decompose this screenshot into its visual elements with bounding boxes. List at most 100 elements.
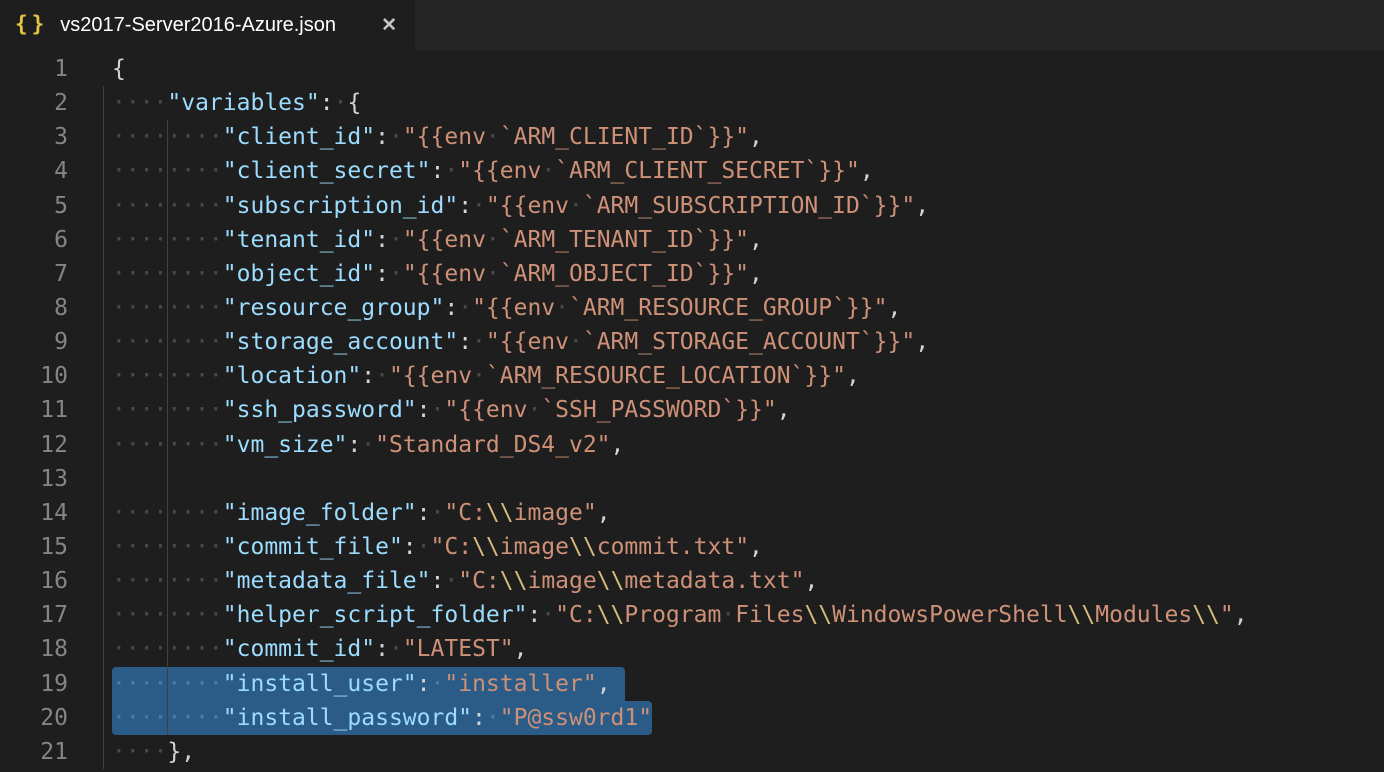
code-text-selected: ········"install_user":·"installer",: [112, 667, 625, 701]
json-string: WindowsPowerShell: [832, 602, 1067, 628]
whitespace-dots: ·: [361, 432, 375, 458]
code-text: ········"resource_group":·"{{env·`ARM_RE…: [112, 291, 901, 325]
line-number[interactable]: 19: [0, 667, 68, 701]
line-number[interactable]: 13: [0, 462, 68, 496]
line-number[interactable]: 15: [0, 530, 68, 564]
code-line[interactable]: 15········"commit_file":·"C:\\image\\com…: [0, 530, 1384, 564]
indent-guide-level0: [103, 86, 104, 769]
line-number[interactable]: 2: [0, 86, 68, 120]
line-number[interactable]: 17: [0, 598, 68, 632]
whitespace-dots: ·: [527, 397, 541, 423]
code-line[interactable]: 21····},: [0, 735, 1384, 769]
close-icon[interactable]: ✕: [381, 14, 397, 37]
code-line[interactable]: 18········"commit_id":·"LATEST",: [0, 632, 1384, 666]
json-string: "C:: [431, 534, 473, 560]
line-number[interactable]: 1: [0, 52, 68, 86]
whitespace-dots: ·: [431, 671, 445, 697]
code-line[interactable]: 3········"client_id":·"{{env·`ARM_CLIENT…: [0, 120, 1384, 154]
code-line[interactable]: 20········"install_password":·"P@ssw0rd1…: [0, 701, 1384, 735]
code-line[interactable]: 19 ········"install_user":·"installer",: [0, 667, 1384, 701]
code-line[interactable]: 7········"object_id":·"{{env·`ARM_OBJECT…: [0, 257, 1384, 291]
json-string: "installer": [444, 671, 596, 697]
code-line[interactable]: 8 ········"resource_group":·"{{env·`ARM_R…: [0, 291, 1384, 325]
json-string: "{{env: [403, 261, 486, 287]
code-line[interactable]: 11 ········"ssh_password":·"{{env·`SSH_PA…: [0, 393, 1384, 427]
line-number[interactable]: 20: [0, 701, 68, 735]
line-number[interactable]: 12: [0, 428, 68, 462]
json-string: ": [1220, 602, 1234, 628]
line-number[interactable]: 6: [0, 223, 68, 257]
punctuation: :: [472, 705, 486, 731]
code-line[interactable]: 16········"metadata_file":·"C:\\image\\m…: [0, 564, 1384, 598]
line-number[interactable]: 9: [0, 325, 68, 359]
whitespace-dots: ·: [458, 295, 472, 321]
punctuation: ,: [804, 568, 818, 594]
indent-guide-level1: [167, 120, 168, 735]
punctuation: :: [431, 158, 445, 184]
whitespace-dots: ·: [389, 227, 403, 253]
punctuation: {: [347, 90, 361, 116]
line-number[interactable]: 4: [0, 154, 68, 188]
code-line[interactable]: 14········"image_folder":·"C:\\image",: [0, 496, 1384, 530]
code-line[interactable]: 12········"vm_size":·"Standard_DS4_v2",: [0, 428, 1384, 462]
line-number[interactable]: 3: [0, 120, 68, 154]
code-line[interactable]: 5········"subscription_id":·"{{env·`ARM_…: [0, 189, 1384, 223]
whitespace-dots: ·: [472, 193, 486, 219]
punctuation: :: [375, 261, 389, 287]
punctuation: ,: [846, 363, 860, 389]
punctuation: ,: [915, 329, 929, 355]
code-line[interactable]: 1{: [0, 52, 1384, 86]
line-number[interactable]: 7: [0, 257, 68, 291]
json-key: "commit_file": [223, 534, 403, 560]
line-number[interactable]: 8: [0, 291, 68, 325]
line-number[interactable]: 10: [0, 359, 68, 393]
code-line[interactable]: 17········"helper_script_folder":·"C:\\P…: [0, 598, 1384, 632]
tab-bar: {} vs2017-Server2016-Azure.json ✕: [0, 0, 1384, 50]
escape-sequence: \\: [486, 500, 514, 526]
line-number[interactable]: 5: [0, 189, 68, 223]
line-number[interactable]: 21: [0, 735, 68, 769]
json-key: "object_id": [223, 261, 375, 287]
whitespace-dots: ·: [389, 261, 403, 287]
whitespace-dots: ·: [444, 158, 458, 184]
line-number[interactable]: 11: [0, 393, 68, 427]
punctuation: {: [112, 56, 126, 82]
code-text: ········"ssh_password":·"{{env·`SSH_PASS…: [112, 393, 791, 427]
code-line[interactable]: 6········"tenant_id":·"{{env·`ARM_TENANT…: [0, 223, 1384, 257]
json-key: "tenant_id": [223, 227, 375, 253]
whitespace-dots: ·: [486, 227, 500, 253]
code-text: ········"subscription_id":·"{{env·`ARM_S…: [112, 189, 929, 223]
punctuation: ,: [749, 227, 763, 253]
code-line[interactable]: 2····"variables":·{: [0, 86, 1384, 120]
punctuation: ,: [860, 158, 874, 184]
json-key: "client_secret": [223, 158, 431, 184]
json-key: "client_id": [223, 124, 375, 150]
line-number[interactable]: 16: [0, 564, 68, 598]
json-key: "subscription_id": [223, 193, 458, 219]
whitespace-dots: ·: [486, 261, 500, 287]
json-key: "vm_size": [223, 432, 348, 458]
whitespace-dots: ····: [112, 90, 167, 116]
code-line[interactable]: 10········"location":·"{{env·`ARM_RESOUR…: [0, 359, 1384, 393]
json-string: Program: [624, 602, 721, 628]
tab-active[interactable]: {} vs2017-Server2016-Azure.json ✕: [0, 0, 415, 50]
json-key: "location": [223, 363, 361, 389]
escape-sequence: \\: [1192, 602, 1220, 628]
code-line[interactable]: 4········"client_secret":·"{{env·`ARM_CL…: [0, 154, 1384, 188]
punctuation: :: [347, 432, 361, 458]
code-text: ········"helper_script_folder":·"C:\\Pro…: [112, 598, 1248, 632]
code-line[interactable]: 9········"storage_account":·"{{env·`ARM_…: [0, 325, 1384, 359]
code-line[interactable]: 13: [0, 462, 1384, 496]
code-text: ········"tenant_id":·"{{env·`ARM_TENANT_…: [112, 223, 763, 257]
punctuation: ,: [597, 500, 611, 526]
escape-sequence: \\: [597, 568, 625, 594]
punctuation: ,: [749, 124, 763, 150]
line-number[interactable]: 18: [0, 632, 68, 666]
line-number[interactable]: 14: [0, 496, 68, 530]
json-string: commit.txt": [597, 534, 749, 560]
tab-filename: vs2017-Server2016-Azure.json: [60, 14, 371, 37]
whitespace-dots: ·: [721, 602, 735, 628]
code-editor[interactable]: 1{2····"variables":·{3········"client_id…: [0, 50, 1384, 772]
json-string: "{{env: [486, 329, 569, 355]
code-text: ········"object_id":·"{{env·`ARM_OBJECT_…: [112, 257, 763, 291]
